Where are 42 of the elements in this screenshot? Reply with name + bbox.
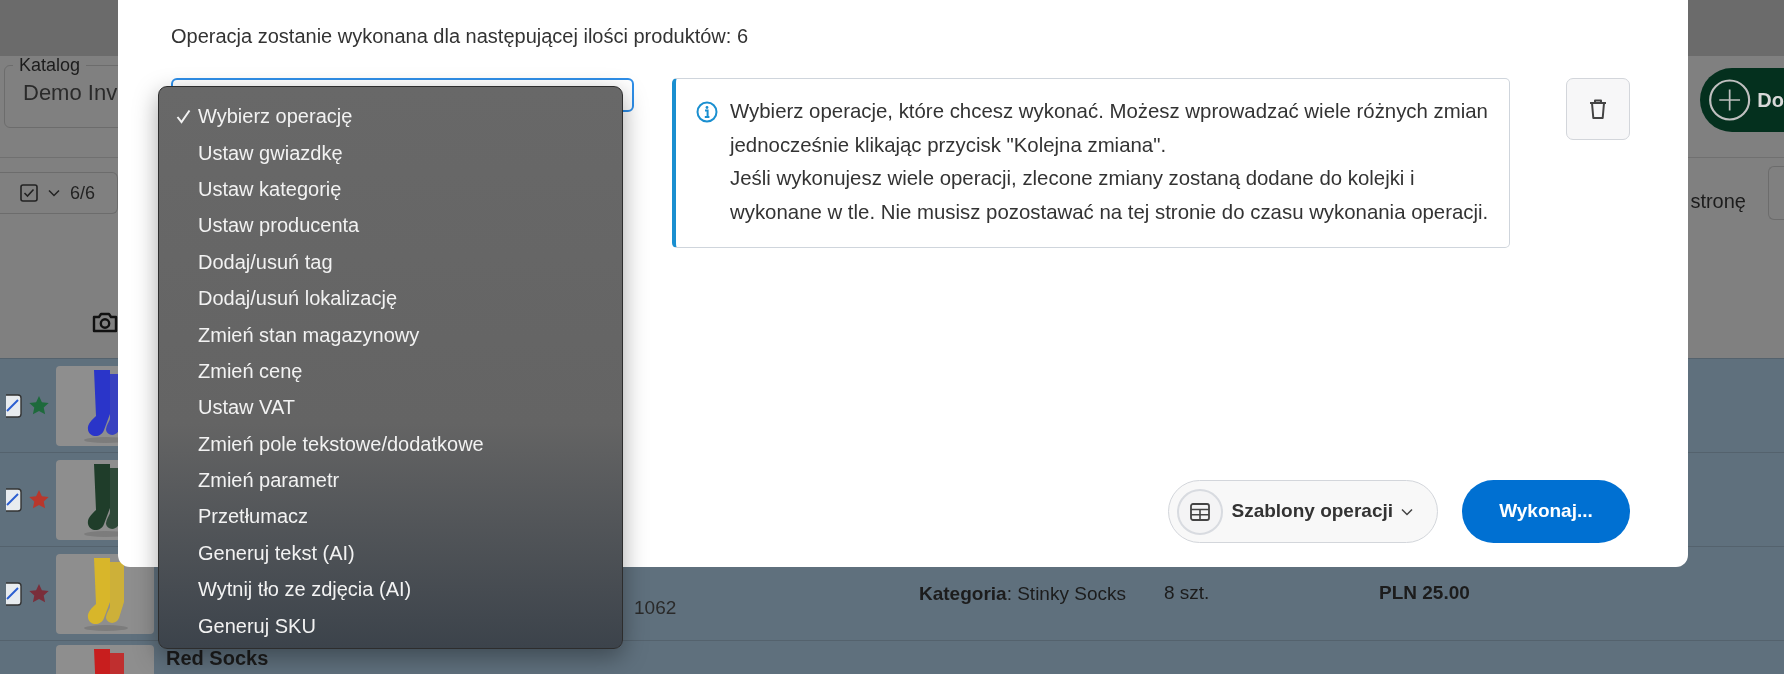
info-icon — [696, 101, 718, 123]
info-text: Wybierz operacje, które chcesz wykonać. Możesz wprowadzać wiele różnych zmian jednocześnie klikając przycisk "Kolejna zmiana". — [730, 99, 1489, 158]
dropdown-option[interactable]: Zmień stan magazynowy — [159, 316, 622, 353]
camera-icon — [92, 310, 118, 334]
table-row[interactable]: Red Socks — [0, 640, 1784, 674]
dropdown-option[interactable]: Ustaw kategorię — [159, 170, 622, 208]
field-value: Demo Inv — [23, 79, 118, 107]
info-text: Jeśli wykonujesz wiele operacji, zlecone zmiany zostaną dodane do kolejki i wykonane w tle. Nie musisz pozostawać na tej stronie do czasu wykonania operacji. — [730, 166, 1489, 225]
trash-icon — [1588, 98, 1608, 120]
price-text: PLN 25.00 — [1379, 581, 1470, 606]
dropdown-option[interactable]: Ustaw VAT — [159, 389, 622, 426]
dropdown-option[interactable]: Dodaj/usuń tag — [159, 243, 622, 280]
templates-button[interactable]: Szablony operacji — [1168, 480, 1438, 543]
caret-icon — [48, 189, 60, 197]
field-label: Katalog — [18, 56, 82, 74]
pagination-label: stronę — [1690, 189, 1746, 214]
stock-text: 8 szt. — [1164, 581, 1211, 606]
product-code: 1062 — [634, 596, 677, 618]
table-icon — [1190, 502, 1211, 521]
dropdown-option[interactable]: Wybierz operację — [159, 98, 622, 135]
dropdown-option[interactable]: Zmień pole tekstowe/dodatkowe — [159, 425, 622, 462]
delete-button[interactable] — [1566, 78, 1630, 140]
row-checkbox[interactable] — [6, 487, 22, 512]
star-icon[interactable] — [29, 584, 49, 603]
add-button[interactable]: Do — [1700, 68, 1784, 132]
caret-icon — [1401, 507, 1413, 516]
category-text: Kategoria: Stinky Socks — [919, 581, 1127, 606]
star-icon[interactable] — [29, 396, 49, 415]
select-all-button[interactable]: 6/6 — [0, 172, 118, 214]
dropdown-option[interactable]: Zmień cenę — [159, 352, 622, 390]
star-icon[interactable] — [29, 490, 49, 509]
product-name: Red Socks — [165, 646, 270, 671]
dropdown-option[interactable]: Wytnij tło ze zdjęcia (AI) — [159, 571, 622, 608]
dropdown-option[interactable]: Dodaj/usuń lokalizację — [159, 279, 622, 317]
summary-text: Operacja zostanie wykonana dla następującej ilości produktów: 6 — [171, 24, 749, 49]
row-checkbox[interactable] — [6, 393, 22, 418]
row-checkbox[interactable] — [6, 581, 22, 606]
dropdown-option[interactable]: Ustaw producenta — [159, 207, 622, 244]
dropdown-option[interactable]: Przetłumacz — [159, 498, 622, 535]
dropdown-option[interactable]: Ustaw gwiazdkę — [159, 134, 622, 171]
execute-button[interactable]: Wykonaj... — [1462, 480, 1630, 543]
dropdown-option[interactable]: Zmień parametr — [159, 461, 622, 499]
